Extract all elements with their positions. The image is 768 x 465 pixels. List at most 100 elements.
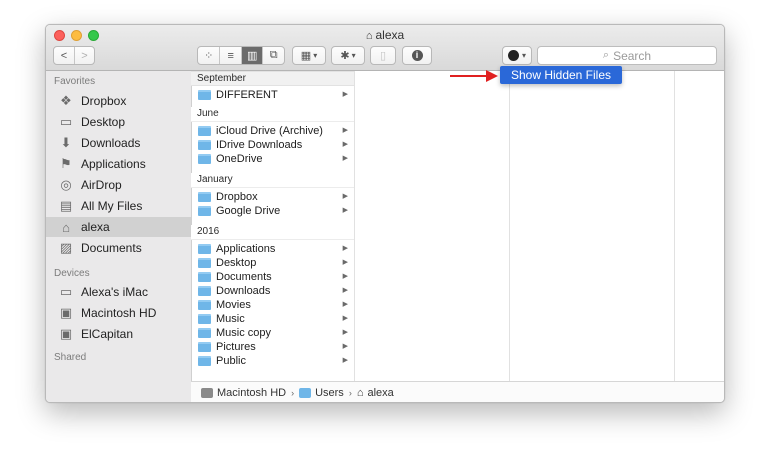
sidebar-item-downloads[interactable]: ⬇ Downloads [46, 133, 191, 153]
list-item-applications[interactable]: Applications ▶ [191, 242, 354, 256]
list-item-idrive-downloads[interactable]: IDrive Downloads ▶ [191, 138, 354, 152]
chevron-down-icon: ▾ [521, 51, 526, 60]
sidebar-item-macintosh-hd[interactable]: ▣ Macintosh HD [46, 303, 191, 323]
shared-header: Shared [54, 352, 87, 363]
gear-icon: ✱ [340, 50, 350, 62]
forward-button[interactable]: > [73, 47, 94, 64]
chevron-right-icon: › [348, 387, 352, 398]
list-item-google-drive[interactable]: Google Drive ▶ [191, 204, 354, 218]
folder-icon [198, 244, 211, 254]
sidebar-item-imac[interactable]: ▭ Alexa's iMac [46, 282, 191, 302]
list-item-music[interactable]: Music ▶ [191, 312, 354, 326]
browser-column: September DIFFERENT ▶ June iCloud Drive (… [191, 71, 355, 381]
desktop-icon: ▭ [59, 114, 73, 129]
folder-icon [198, 192, 211, 202]
chevron-right-icon: ▶ [342, 329, 348, 336]
sidebar: Favorites ❖ Dropbox ▭ Desktop ⬇ Downloads ⚑… [46, 71, 192, 402]
search-field[interactable]: ⌕ Search [537, 46, 717, 65]
folder-icon [198, 140, 211, 150]
folder-icon [198, 90, 211, 100]
sidebar-item-applications[interactable]: ⚑ Applications [46, 154, 191, 174]
favorites-header: Favorites [54, 76, 96, 87]
group-header-september: September [191, 71, 354, 86]
sidebar-item-dropbox[interactable]: ❖ Dropbox [46, 91, 191, 111]
cover-flow-button[interactable]: ⧉ [262, 47, 284, 64]
titlebar: ⌂ alexa < > ⁘ ≡ ▥ ⧉ ▦ ▾ ✱ ▾ ▯ i ▾ ⌕ Search [46, 25, 724, 71]
chevron-down-icon: ▾ [313, 51, 318, 60]
search-icon: ⌕ [602, 49, 610, 61]
chevron-right-icon: ▶ [342, 273, 348, 280]
folder-icon [198, 314, 211, 324]
chevron-right-icon: ▶ [342, 259, 348, 266]
dropbox-icon: ❖ [60, 93, 72, 108]
list-item-documents[interactable]: Documents ▶ [191, 270, 354, 284]
hidden-files-button[interactable]: ▾ [502, 46, 532, 65]
chevron-right-icon: › [291, 387, 295, 398]
trash-button[interactable]: ▯ [370, 46, 396, 65]
sidebar-item-desktop[interactable]: ▭ Desktop [46, 112, 191, 132]
path-bar: Macintosh HD › Users › ⌂ alexa [191, 381, 724, 402]
empty-column [510, 71, 675, 381]
list-item-music-copy[interactable]: Music copy ▶ [191, 326, 354, 340]
column-view-button[interactable]: ▥ [240, 47, 263, 64]
disk-icon [201, 387, 213, 398]
chevron-down-icon: ▾ [351, 51, 356, 60]
show-hidden-files-menu-item[interactable]: Show Hidden Files [500, 66, 622, 84]
tag-icon [507, 50, 519, 61]
folder-icon [198, 300, 211, 310]
documents-icon: ▨ [59, 240, 73, 255]
path-item-alexa[interactable]: ⌂ alexa [357, 387, 394, 399]
list-view-button[interactable]: ≡ [219, 47, 241, 64]
chevron-right-icon: ▶ [342, 357, 348, 364]
list-item-different[interactable]: DIFFERENT ▶ [191, 88, 354, 102]
list-item-pictures[interactable]: Pictures ▶ [191, 340, 354, 354]
chevron-right-icon: ▶ [342, 207, 348, 214]
path-item-macintosh-hd[interactable]: Macintosh HD [201, 387, 286, 399]
folder-icon [299, 387, 312, 398]
group-header-january: January [191, 173, 354, 188]
downloads-icon: ⬇ [60, 135, 72, 150]
folder-icon [198, 126, 211, 136]
info-icon: i [411, 50, 423, 61]
chevron-right-icon: ▶ [342, 141, 348, 148]
chevron-right-icon: ▶ [342, 245, 348, 252]
group-header-2016: 2016 [191, 225, 354, 240]
sidebar-item-airdrop[interactable]: ◎ AirDrop [46, 175, 191, 195]
applications-icon: ⚑ [60, 156, 72, 171]
list-item-desktop[interactable]: Desktop ▶ [191, 256, 354, 270]
action-button[interactable]: ✱ ▾ [331, 46, 365, 65]
sidebar-item-elcapitan[interactable]: ▣ ElCapitan [46, 324, 191, 344]
folder-icon [198, 328, 211, 338]
view-mode-control: ⁘ ≡ ▥ ⧉ [197, 46, 285, 65]
group-header-june: June [191, 107, 354, 122]
sidebar-item-alexa[interactable]: ⌂ alexa [46, 217, 191, 237]
folder-icon [198, 286, 211, 296]
sidebar-item-all-my-files[interactable]: ▤ All My Files [46, 196, 191, 216]
sidebar-item-documents[interactable]: ▨ Documents [46, 238, 191, 258]
info-button[interactable]: i [402, 46, 432, 65]
chevron-right-icon: ▶ [342, 343, 348, 350]
list-item-onedrive[interactable]: OneDrive ▶ [191, 152, 354, 166]
list-item-public[interactable]: Public ▶ [191, 354, 354, 368]
list-item-downloads[interactable]: Downloads ▶ [191, 284, 354, 298]
all-files-icon: ▤ [59, 198, 73, 213]
devices-header: Devices [54, 268, 90, 279]
list-item-dropbox[interactable]: Dropbox ▶ [191, 190, 354, 204]
group-button[interactable]: ▦ ▾ [292, 46, 326, 65]
chevron-right-icon: ▶ [342, 315, 348, 322]
chevron-right-icon: ▶ [342, 155, 348, 162]
list-item-movies[interactable]: Movies ▶ [191, 298, 354, 312]
list-item-icloud-archive[interactable]: iCloud Drive (Archive) ▶ [191, 124, 354, 138]
folder-icon [198, 258, 211, 268]
path-item-users[interactable]: Users [299, 387, 344, 399]
disk-icon: ▣ [59, 326, 73, 341]
chevron-right-icon: ▶ [342, 127, 348, 134]
home-icon: ⌂ [356, 386, 364, 399]
annotation-arrow-icon [450, 70, 498, 82]
search-placeholder: Search [613, 48, 652, 63]
empty-column [355, 71, 510, 381]
finder-window: ⌂ alexa < > ⁘ ≡ ▥ ⧉ ▦ ▾ ✱ ▾ ▯ i ▾ ⌕ Search … [45, 24, 725, 403]
folder-icon [198, 154, 211, 164]
icon-view-button[interactable]: ⁘ [198, 47, 219, 64]
back-button[interactable]: < [54, 47, 74, 64]
